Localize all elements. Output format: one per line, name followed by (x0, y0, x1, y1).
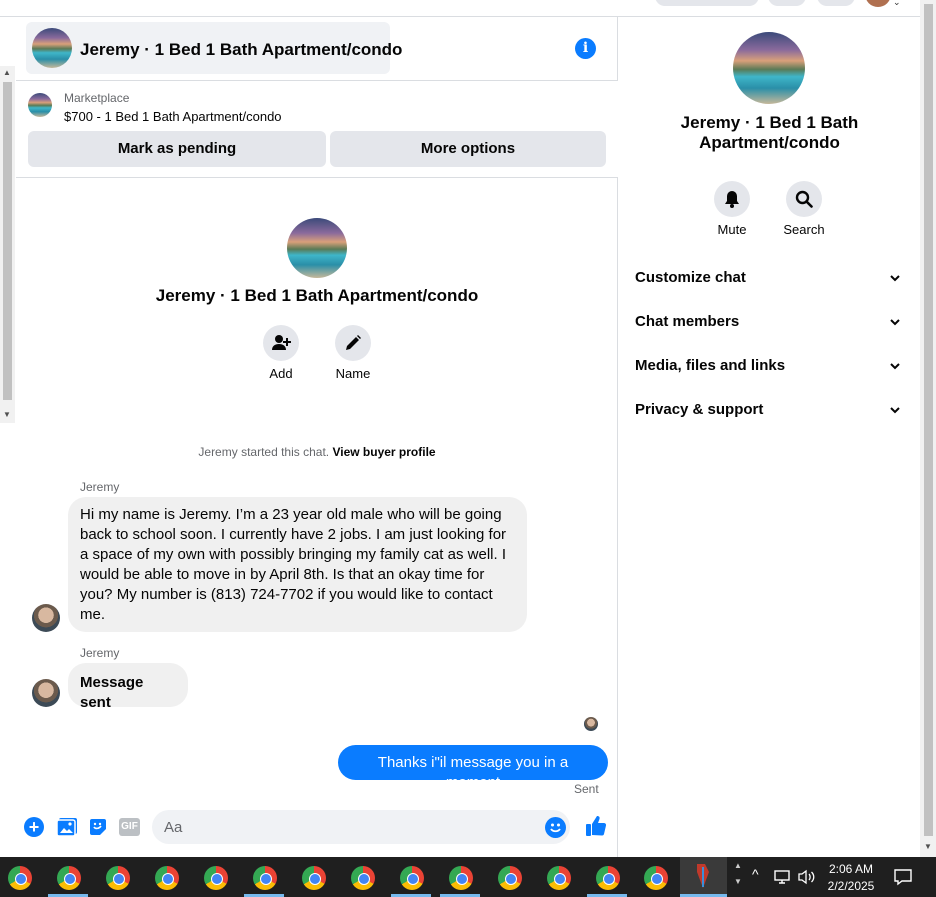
chat-title[interactable]: Jeremy · 1 Bed 1 Bath Apartment/condo (80, 40, 402, 60)
sticker-icon[interactable] (88, 817, 108, 842)
media-files-links-section[interactable]: Media, files and links (635, 357, 905, 381)
message-text: Message sent (80, 674, 144, 711)
chevron-down-icon (890, 319, 900, 326)
add-label: Add (269, 366, 293, 381)
section-label: Privacy & support (635, 401, 764, 418)
chevron-down-icon (890, 275, 900, 282)
taskbar-scroll-arrows[interactable]: ▲ ▼ (734, 858, 742, 890)
search-label: Search (783, 222, 825, 237)
bell-icon (725, 191, 739, 208)
chat-members-section[interactable]: Chat members (635, 313, 905, 337)
scroll-thumb[interactable] (3, 82, 12, 400)
listing-price-title[interactable]: $700 - 1 Bed 1 Bath Apartment/condo (64, 109, 282, 124)
listing-thumbnail[interactable] (28, 93, 52, 117)
info-panel-name: Jeremy · 1 Bed 1 Bath Apartment/condo (680, 113, 859, 152)
app-icon[interactable] (692, 863, 714, 889)
clock[interactable]: 2:06 AM 2/2/2025 (820, 861, 882, 895)
network-icon[interactable] (774, 869, 792, 890)
edit-name-button[interactable] (335, 325, 371, 361)
message-text: Hi my name is Jeremy. I’m a 23 year old … (80, 506, 507, 623)
scroll-down-arrow[interactable]: ▼ (924, 842, 932, 851)
customize-chat-section[interactable]: Customize chat (635, 269, 905, 293)
chrome-icon[interactable] (106, 866, 130, 890)
chat-scrollbar[interactable]: ▲ ▼ (0, 66, 15, 423)
read-receipt-avatar (584, 717, 598, 731)
search-button[interactable] (786, 181, 822, 217)
name-label: Name (335, 366, 371, 381)
chrome-icon[interactable] (449, 866, 473, 890)
clock-date: 2/2/2025 (827, 879, 875, 893)
mute-label: Mute (717, 222, 747, 237)
sender-avatar[interactable] (32, 604, 60, 632)
message-input[interactable]: Aa (164, 819, 182, 836)
scroll-down-arrow[interactable]: ▼ (3, 411, 11, 419)
notification-icon[interactable] (893, 868, 913, 891)
chat-avatar-large (287, 218, 347, 278)
volume-icon[interactable] (798, 869, 816, 890)
gif-icon[interactable]: GIF (119, 818, 140, 836)
sender-avatar[interactable] (32, 679, 60, 707)
chrome-icon[interactable] (302, 866, 326, 890)
add-person-button[interactable] (263, 325, 299, 361)
photo-icon[interactable] (56, 817, 78, 842)
clock-time: 2:06 AM (828, 862, 874, 876)
chevron-up-icon[interactable]: ^ (752, 866, 759, 882)
chrome-icon[interactable] (253, 866, 277, 890)
marketplace-label: Marketplace (64, 91, 130, 105)
chrome-icon[interactable] (155, 866, 179, 890)
more-options-button[interactable]: More options (330, 131, 606, 167)
intro-chat-name: Jeremy · 1 Bed 1 Bath Apartment/condo (155, 286, 479, 305)
chevron-down-icon[interactable]: ⌄ (893, 0, 901, 8)
chevron-down-icon (890, 363, 900, 370)
chrome-icon[interactable] (204, 866, 228, 890)
scroll-thumb[interactable] (924, 4, 933, 836)
plus-icon[interactable]: + (24, 817, 44, 837)
scroll-up-arrow[interactable]: ▲ (3, 69, 11, 77)
privacy-support-section[interactable]: Privacy & support (635, 401, 905, 425)
chrome-icon[interactable] (400, 866, 424, 890)
view-buyer-profile-link[interactable]: View buyer profile (332, 445, 435, 459)
message-sender: Jeremy (80, 646, 120, 660)
chrome-icon[interactable] (547, 866, 571, 890)
section-label: Chat members (635, 313, 740, 330)
outgoing-message-bubble[interactable]: Thanks i"il message you in a moment (338, 745, 608, 791)
message-status: Sent (574, 782, 599, 796)
emoji-icon[interactable] (545, 817, 566, 838)
top-search-pill[interactable] (655, 0, 759, 6)
chrome-icon[interactable] (498, 866, 522, 890)
chevron-down-icon (890, 407, 900, 414)
mark-pending-button[interactable]: Mark as pending (28, 131, 326, 167)
chrome-icon[interactable] (8, 866, 32, 890)
pencil-icon (346, 335, 361, 350)
chrome-icon[interactable] (351, 866, 375, 890)
section-label: Media, files and links (635, 357, 786, 374)
message-sender: Jeremy (80, 480, 120, 494)
chat-started-text: Jeremy started this chat. (198, 445, 330, 459)
chrome-icon[interactable] (57, 866, 81, 890)
page-scrollbar[interactable]: ▼ (920, 0, 936, 857)
chrome-icon[interactable] (596, 866, 620, 890)
incoming-message-bubble[interactable]: Hi my name is Jeremy. I’m a 23 year old … (68, 497, 527, 632)
add-person-icon (272, 335, 291, 350)
incoming-message-bubble[interactable]: Message sent (68, 663, 188, 711)
mute-button[interactable] (714, 181, 750, 217)
section-label: Customize chat (635, 269, 746, 286)
search-icon (795, 190, 813, 208)
chat-started-notice: Jeremy started this chat. View buyer pro… (0, 445, 634, 459)
info-panel-avatar (733, 32, 805, 104)
message-input-container[interactable] (152, 810, 570, 844)
thumbs-up-icon[interactable] (585, 815, 607, 842)
info-icon[interactable]: i (575, 38, 596, 59)
chrome-icon[interactable] (644, 866, 668, 890)
listing-avatar[interactable] (32, 28, 72, 68)
